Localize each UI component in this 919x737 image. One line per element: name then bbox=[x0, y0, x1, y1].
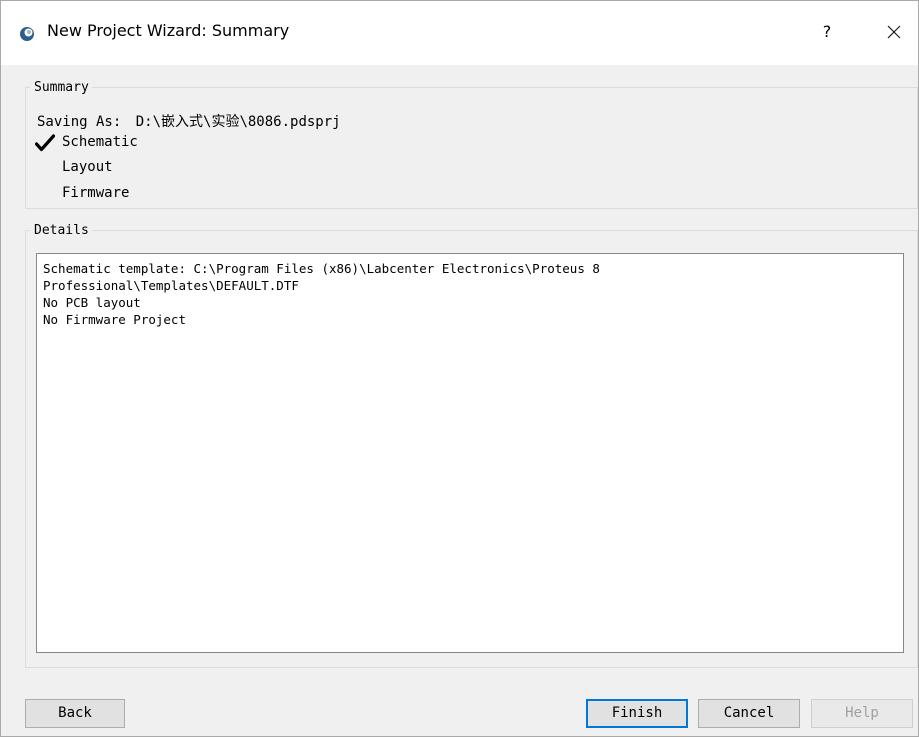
details-line: No Firmware Project bbox=[43, 312, 186, 327]
saving-as-label: Saving As: bbox=[37, 114, 122, 130]
title-bar: New Project Wizard: Summary ? bbox=[1, 1, 918, 65]
context-help-button[interactable]: ? bbox=[816, 19, 838, 45]
checkmark-icon bbox=[35, 134, 55, 152]
back-button[interactable]: Back bbox=[25, 699, 125, 728]
saving-as-path: D:\嵌入式\实验\8086.pdsprj bbox=[135, 114, 341, 130]
details-line: Schematic template: C:\Program Files (x8… bbox=[43, 261, 600, 276]
close-icon[interactable] bbox=[881, 19, 907, 45]
details-line: Professional\Templates\DEFAULT.DTF bbox=[43, 278, 299, 293]
proteus-app-icon bbox=[20, 27, 34, 41]
summary-legend: Summary bbox=[34, 80, 89, 95]
summary-item-schematic: Schematic bbox=[62, 134, 138, 150]
summary-item-firmware: Firmware bbox=[62, 185, 130, 201]
details-textbox[interactable]: Schematic template: C:\Program Files (x8… bbox=[36, 253, 904, 653]
window-title: New Project Wizard: Summary bbox=[47, 21, 290, 40]
help-button: Help bbox=[811, 699, 913, 728]
details-legend: Details bbox=[34, 223, 89, 238]
finish-button[interactable]: Finish bbox=[586, 699, 688, 728]
wizard-window: New Project Wizard: Summary ? Summary Sa… bbox=[0, 0, 919, 737]
cancel-button[interactable]: Cancel bbox=[698, 699, 800, 728]
saving-as-row: Saving As: D:\嵌入式\实验\8086.pdsprj bbox=[37, 111, 341, 131]
details-line: No PCB layout bbox=[43, 295, 141, 310]
summary-group: Summary bbox=[25, 80, 918, 209]
summary-item-layout: Layout bbox=[62, 159, 113, 175]
